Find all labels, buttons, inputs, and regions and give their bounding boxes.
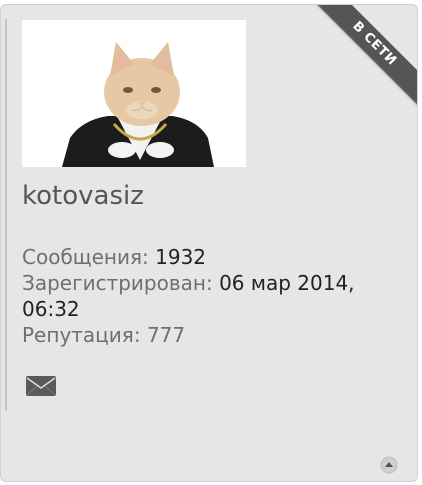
up-arrow-circle-icon[interactable] <box>380 456 398 474</box>
registered-label: Зарегистрирован: <box>22 271 213 295</box>
reputation-row: Репутация: 777 <box>22 322 402 348</box>
registered-time-row: 06:32 <box>22 296 402 322</box>
left-divider <box>5 19 7 411</box>
registered-value-line2: 06:32 <box>22 297 80 321</box>
posts-label: Сообщения: <box>22 245 149 269</box>
registered-value-line1: 06 мар 2014, <box>219 271 355 295</box>
reputation-label: Репутация: <box>22 323 141 347</box>
cat-avatar-image <box>22 20 246 167</box>
user-info-panel: В СЕТИ kotovasiz Сообщения: 1932 Зарегис… <box>0 4 418 482</box>
registered-row: Зарегистрирован: 06 мар 2014, <box>22 270 402 296</box>
user-avatar[interactable] <box>22 20 246 167</box>
reputation-value: 777 <box>146 323 186 347</box>
status-ribbon-wrap: В СЕТИ <box>313 5 417 109</box>
envelope-icon[interactable] <box>25 375 57 397</box>
posts-row: Сообщения: 1932 <box>22 244 402 270</box>
posts-value: 1932 <box>155 245 207 269</box>
username[interactable]: kotovasiz <box>22 181 144 211</box>
user-stats: Сообщения: 1932 Зарегистрирован: 06 мар … <box>22 244 402 348</box>
online-status-ribbon: В СЕТИ <box>313 5 417 106</box>
